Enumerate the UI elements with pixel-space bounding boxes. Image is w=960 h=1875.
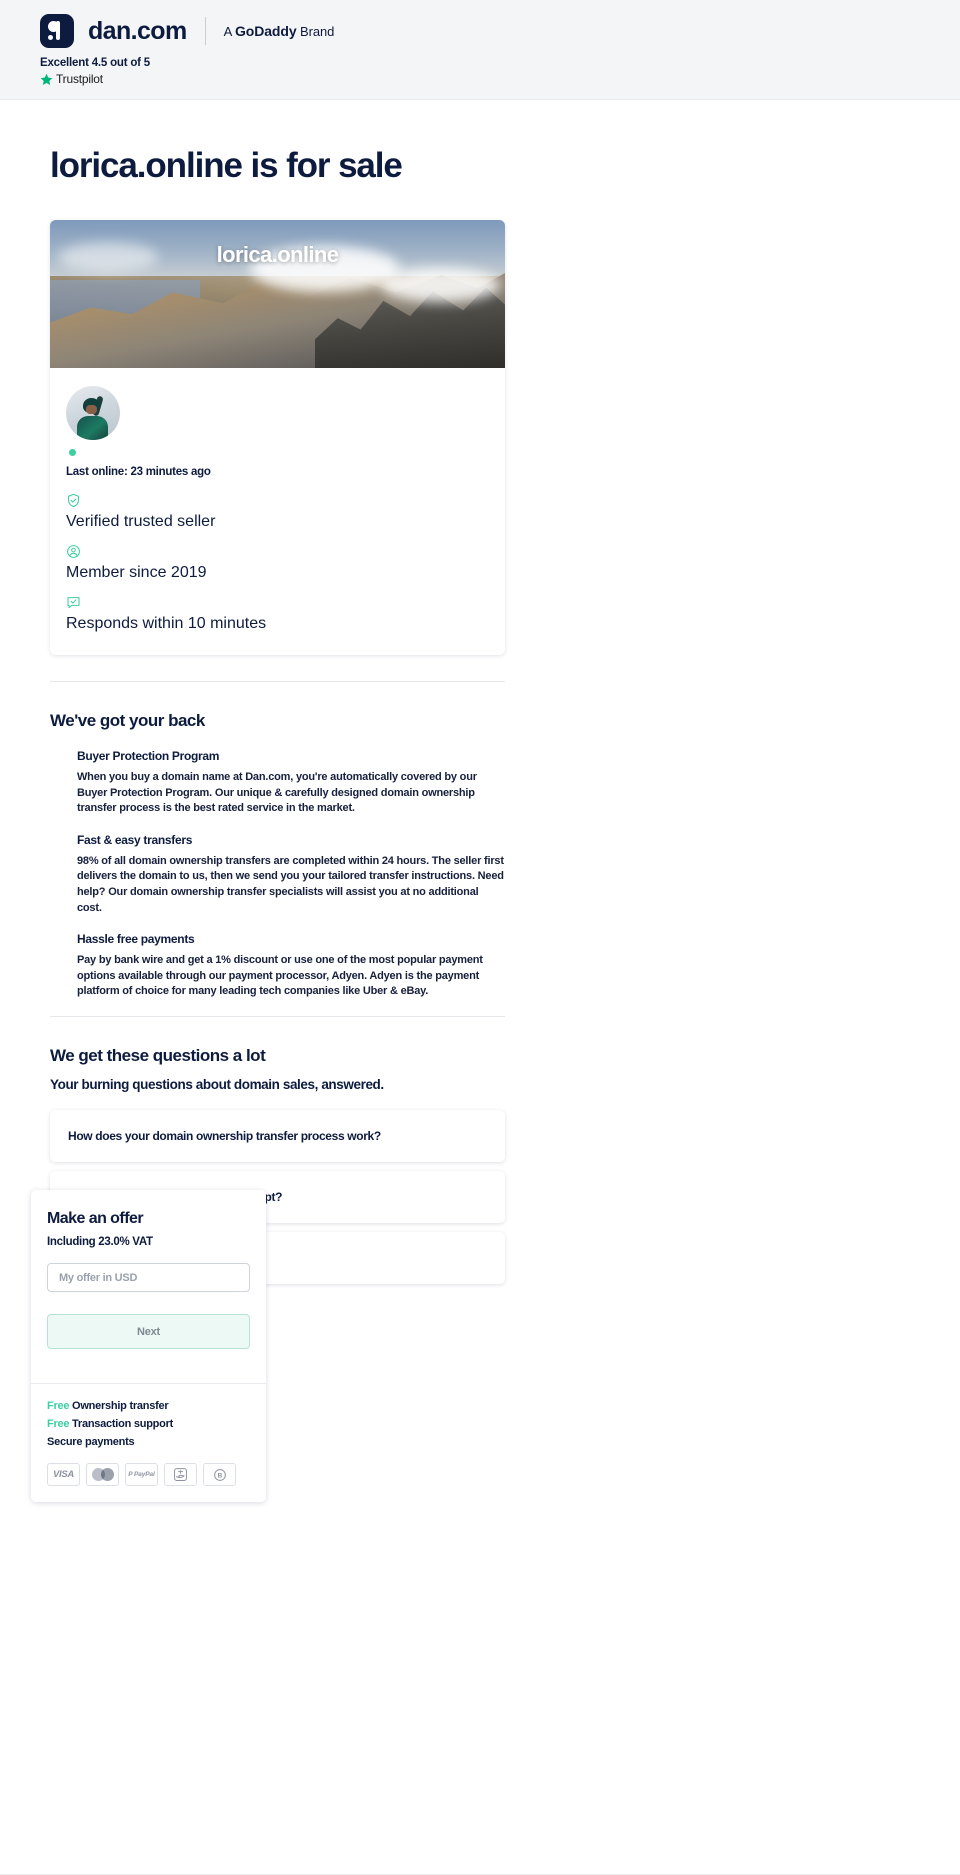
last-online-text: Last online: 23 minutes ago bbox=[66, 466, 211, 478]
seller-badge-member-since: Member since 2019 bbox=[66, 544, 489, 582]
seller-badge-responds: Responds within 10 minutes bbox=[66, 595, 489, 633]
offer-vat-note: Including 23.0% VAT bbox=[47, 1236, 153, 1248]
faq-title: We get these questions a lot bbox=[50, 1046, 266, 1066]
bitcoin-glyph: B bbox=[213, 1468, 226, 1481]
brand-divider bbox=[204, 17, 206, 45]
mastercard-circles bbox=[91, 1468, 114, 1481]
benefit-item: Buyer Protection Program When you buy a … bbox=[77, 749, 505, 817]
perk-item: Free Ownership transfer bbox=[47, 1400, 250, 1412]
last-online-row: Last online: 23 minutes ago bbox=[66, 462, 489, 480]
perk-text: Secure payments bbox=[47, 1436, 135, 1448]
next-button-label: Next bbox=[136, 1325, 161, 1338]
domain-hero-image: lorica.online bbox=[50, 220, 505, 368]
alipay-glyph bbox=[174, 1468, 187, 1481]
trust-score-text: Excellent 4.5 out of 5 bbox=[40, 57, 150, 69]
benefit-title: Hassle free payments bbox=[77, 932, 195, 947]
divider bbox=[50, 1016, 505, 1018]
trustpilot-label: Trustpilot bbox=[56, 72, 103, 86]
mastercard-icon bbox=[86, 1463, 119, 1486]
user-circle-icon bbox=[67, 545, 80, 558]
benefit-body: Pay by bank wire and get a 1% discount o… bbox=[77, 954, 483, 998]
dan-logo-dot bbox=[48, 35, 53, 40]
next-button[interactable]: Next bbox=[47, 1314, 250, 1349]
main-content: lorica.online is for sale lorica.online bbox=[0, 146, 960, 1285]
svg-text:B: B bbox=[217, 1472, 222, 1479]
chat-check-icon bbox=[67, 597, 80, 609]
site-header: dan.com A GoDaddy Brand Excellent 4.5 ou… bbox=[0, 0, 960, 100]
benefit-title: Fast & easy transfers bbox=[77, 832, 193, 847]
shield-check-icon bbox=[67, 493, 80, 508]
seller-badge-label: Verified trusted seller bbox=[66, 513, 216, 530]
seller-avatar[interactable] bbox=[66, 386, 120, 440]
page-title: lorica.online is for sale bbox=[50, 146, 403, 185]
trustpilot-star-icon bbox=[40, 73, 53, 85]
benefit-item: Hassle free payments Pay by bank wire an… bbox=[77, 932, 505, 1000]
paypal-icon: P PayPal bbox=[125, 1463, 158, 1486]
perk-text: Ownership transfer bbox=[69, 1400, 169, 1412]
dan-wordmark[interactable]: dan.com bbox=[88, 17, 187, 46]
hero-cloud bbox=[380, 268, 500, 302]
offer-input-placeholder: My offer in USD bbox=[59, 1271, 138, 1284]
make-an-offer-panel: Make an offer Including 23.0% VAT My off… bbox=[31, 1190, 266, 1502]
perk-item: Free Transaction support bbox=[47, 1418, 250, 1430]
visa-icon: VISA bbox=[47, 1463, 80, 1486]
seller-badge-label: Member since 2019 bbox=[66, 564, 207, 581]
paypal-label: P PayPal bbox=[128, 1471, 155, 1478]
payment-methods-row: VISA P PayPal B bbox=[47, 1463, 250, 1486]
godaddy-brand-label: A GoDaddy Brand bbox=[224, 23, 335, 39]
offer-amount-input[interactable]: My offer in USD bbox=[47, 1263, 250, 1292]
faq-subtitle: Your burning questions about domain sale… bbox=[50, 1077, 384, 1093]
offer-panel-title: Make an offer bbox=[47, 1210, 144, 1227]
seller-badge-verified: Verified trusted seller bbox=[66, 493, 489, 531]
online-status-dot bbox=[69, 449, 76, 456]
faq-item[interactable]: How does your domain ownership transfer … bbox=[50, 1110, 505, 1163]
faq-question: How does your domain ownership transfer … bbox=[68, 1129, 381, 1144]
got-your-back-list: Buyer Protection Program When you buy a … bbox=[77, 749, 505, 1000]
perk-free-tag: Free bbox=[47, 1418, 70, 1430]
hero-domain-name: lorica.online bbox=[216, 242, 339, 267]
godaddy-prefix: A bbox=[223, 24, 235, 39]
seller-badge-label: Responds within 10 minutes bbox=[66, 615, 267, 632]
got-your-back-title: We've got your back bbox=[50, 711, 205, 730]
trustpilot-block[interactable]: Excellent 4.5 out of 5 Trustpilot bbox=[40, 57, 960, 86]
alipay-icon bbox=[164, 1463, 197, 1486]
seller-card: lorica.online Last online: 23 minutes ag… bbox=[50, 220, 505, 655]
avatar-body bbox=[77, 416, 108, 440]
benefit-body: 98% of all domain ownership transfers ar… bbox=[77, 854, 504, 914]
dan-logo-icon[interactable] bbox=[40, 14, 74, 48]
perk-text: Transaction support bbox=[69, 1418, 174, 1430]
benefit-title: Buyer Protection Program bbox=[77, 749, 220, 763]
benefit-body: When you buy a domain name at Dan.com, y… bbox=[77, 771, 477, 815]
brand-row: dan.com A GoDaddy Brand bbox=[40, 14, 960, 48]
perk-item: Secure payments bbox=[47, 1436, 250, 1448]
bitcoin-icon: B bbox=[203, 1463, 236, 1486]
divider bbox=[50, 681, 505, 682]
visa-label: VISA bbox=[53, 1469, 74, 1480]
benefit-item: Fast & easy transfers 98% of all domain … bbox=[77, 833, 505, 916]
perk-free-tag: Free bbox=[47, 1400, 70, 1412]
godaddy-suffix: Brand bbox=[296, 24, 335, 39]
godaddy-bold: GoDaddy bbox=[234, 23, 297, 39]
avatar-face bbox=[86, 405, 97, 414]
